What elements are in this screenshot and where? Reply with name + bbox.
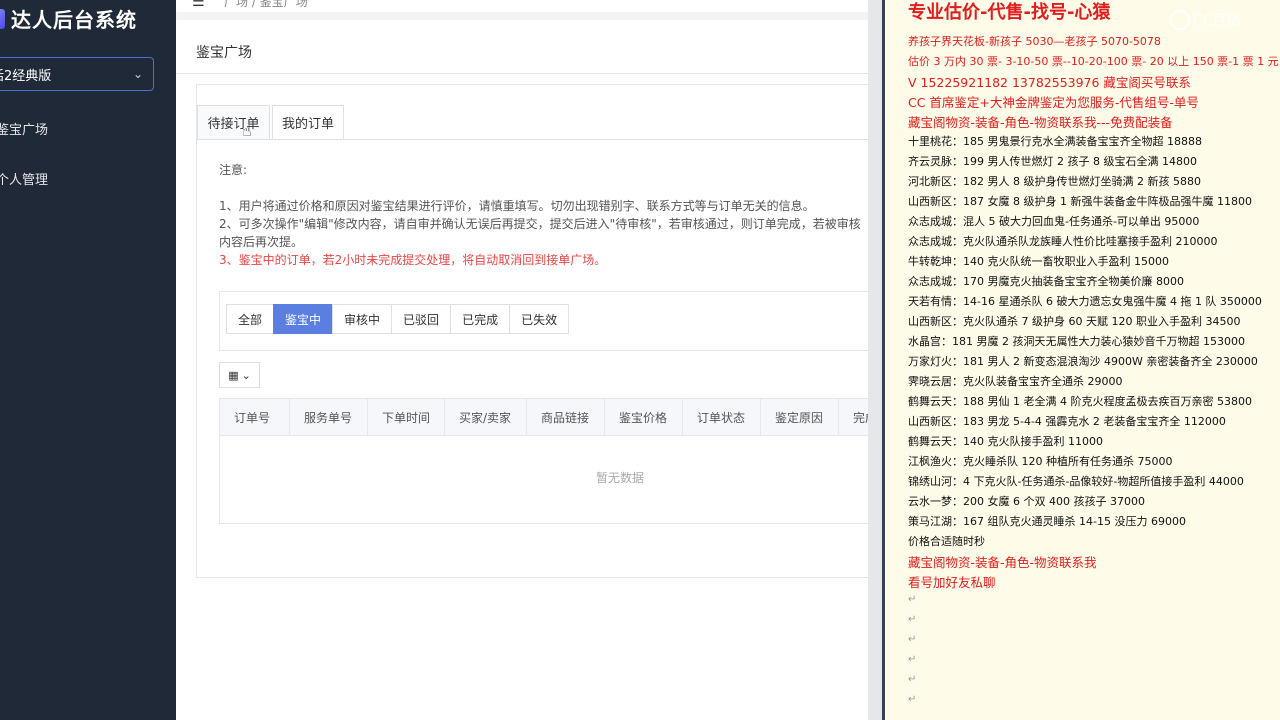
listing-line: 齐云灵脉：199 男人传世燃灯 2 孩子 8 级宝石全满 14800 [908, 155, 1197, 168]
menu-icon[interactable]: ☰ [192, 0, 205, 10]
notice-item: 1、用户将通过价格和原因对鉴宝结果进行评价，请慎重填写。切勿出现错别字、联系方式… [219, 199, 815, 213]
listing-line: 天若有情：14-16 星通杀队 6 破大力遗忘女鬼强牛魔 4 拖 1 队 350… [908, 295, 1262, 308]
cc-live-watermark: CC直播 [1170, 10, 1241, 30]
filter-appraising-button[interactable]: 鉴宝中 [273, 304, 334, 334]
listing-line: 鹤舞云天：188 男仙 1 老全满 4 阶克火程度孟极去疾百万亲密 53800 [908, 395, 1252, 408]
listing-line: 众志成城：混人 5 破大力回血鬼-任务通杀-可以单出 95000 [908, 215, 1200, 228]
listing-line: 万家灯火：181 男人 2 新变态混浪淘沙 4900W 亲密装备齐全 23000… [908, 355, 1258, 368]
grid-icon: ▦ [228, 368, 239, 382]
listing-line: 霁晓云居：克火队装备宝宝齐全通杀 29000 [908, 375, 1123, 388]
tab-divider [197, 139, 869, 140]
content-card: 鉴宝广场 待接订单 我的订单 ☝ 注意: 1、用户将通过价格和原因对鉴宝结果进行… [176, 20, 870, 720]
doc-line: CC 首席鉴定+大神金牌鉴定为您服务-代售组号-单号 [908, 95, 1199, 110]
filter-completed-button[interactable]: 已完成 [450, 304, 511, 334]
sidebar-item-appraisal-square[interactable]: 鉴宝广场 [0, 119, 48, 138]
doc-title: 专业估价-代售-找号-心猿 [908, 2, 1111, 23]
hand-cursor-icon: ☝ [242, 121, 252, 140]
filter-rejected-button[interactable]: 已驳回 [391, 304, 452, 334]
notice-block: 注意: 1、用户将通过价格和原因对鉴宝结果进行评价，请慎重填写。切勿出现错别字、… [219, 161, 869, 269]
column-header: 订单状态 [683, 399, 761, 435]
tab-pending-orders[interactable]: 待接订单 [197, 105, 270, 139]
version-select[interactable]: 话2经典版 ⌄ [0, 57, 154, 91]
app-logo: 达人后台系统 [0, 4, 137, 33]
table-header: 订单号 服务单号 下单时间 买家/卖家 商品链接 鉴宝价格 订单状态 鉴定原因 … [220, 399, 870, 436]
column-header: 鉴定原因 [761, 399, 839, 435]
cc-logo-icon [1170, 10, 1190, 30]
filter-reviewing-button[interactable]: 审核中 [332, 304, 393, 334]
logo-icon [0, 8, 5, 29]
paragraph-mark: ↵ [908, 634, 917, 645]
filter-expired-button[interactable]: 已失效 [509, 304, 570, 334]
listing-line: 策马江湖：167 组队克火通灵睡杀 14-15 没压力 69000 [908, 515, 1186, 528]
doc-footer-line: 看号加好友私聊 [908, 575, 996, 590]
doc-line: 藏宝阁物资-装备-角色-物资联系我---免费配装备 [908, 115, 1173, 130]
listing-line: 鹤舞云天：140 克火队接手盈利 11000 [908, 435, 1103, 448]
doc-line: V 15225921182 13782553976 藏宝阁买号联系 [908, 75, 1191, 90]
main-area: ☰ 广场 / 鉴宝广场 鉴宝广场 待接订单 我的订单 ☝ 注意: 1、用户将通过… [176, 0, 870, 720]
sidebar-item-personal-management[interactable]: 个人管理 [0, 169, 48, 188]
filter-all-button[interactable]: 全部 [226, 304, 275, 334]
listing-line: 山西新区：187 女魔 8 级护身 1 新强牛装备金牛阵极品强牛魔 11800 [908, 195, 1252, 208]
column-header: 下单时间 [368, 399, 445, 435]
listing-line: 河北新区：182 男人 8 级护身传世燃灯坐骑满 2 新孩 5880 [908, 175, 1201, 188]
window-divider [868, 0, 885, 720]
doc-line: 估价 3 万内 30 票- 3-10-50 票--10-20-100 票- 20… [908, 55, 1279, 68]
listing-line: 众志成城：170 男魔克火抽装备宝宝齐全物美价廉 8000 [908, 275, 1184, 288]
page-title: 鉴宝广场 [196, 45, 252, 61]
sidebar: 达人后台系统 话2经典版 ⌄ 鉴宝广场 个人管理 [0, 0, 176, 720]
advert-document: 专业估价-代售-找号-心猿 CC直播 养孩子界天花板-新孩子 5030—老孩子 … [886, 0, 1280, 720]
listing-line: 价格合适随时秒 [908, 535, 985, 548]
listing-line: 山西新区：克火队通杀 7 级护身 60 天赋 120 职业入手盈利 34500 [908, 315, 1241, 328]
app-name: 达人后台系统 [11, 8, 137, 32]
listing-line: 锦绣山河：4 下克火队-任务通杀-品像较好-物超所值接手盈利 44000 [908, 475, 1244, 488]
column-toggle-button[interactable]: ▦ ⌄ [219, 362, 260, 388]
paragraph-mark: ↵ [908, 594, 917, 605]
listing-line: 水晶宫：181 男魔 2 孩洞天无属性大力装心猿妙音千万物超 153000 [908, 335, 1245, 348]
topbar: ☰ 广场 / 鉴宝广场 [176, 0, 868, 12]
orders-table: 订单号 服务单号 下单时间 买家/卖家 商品链接 鉴宝价格 订单状态 鉴定原因 … [219, 398, 870, 524]
orders-panel: 待接订单 我的订单 ☝ 注意: 1、用户将通过价格和原因对鉴宝结果进行评价，请慎… [196, 84, 870, 578]
listing-line: 云水一梦：200 女魔 6 个双 400 孩孩子 37000 [908, 495, 1145, 508]
tab-my-orders[interactable]: 我的订单 [272, 105, 344, 139]
column-header: 完成 [853, 410, 870, 425]
paragraph-mark: ↵ [908, 674, 917, 685]
paragraph-mark: ↵ [908, 654, 917, 665]
notice-heading: 注意: [219, 163, 248, 177]
notice-item: 2、可多次操作"编辑"修改内容，请自审并确认无误后再提交，提交后进入"待审核"，… [219, 217, 861, 231]
chevron-down-icon: ⌄ [132, 67, 143, 81]
doc-footer-line: 藏宝阁物资-装备-角色-物资联系我 [908, 555, 1097, 570]
listing-line: 山西新区：183 男龙 5-4-4 强霹克水 2 老装备宝宝齐全 112000 [908, 415, 1226, 428]
listing-line: 江枫渔火：克火睡杀队 120 种植所有任务通杀 75000 [908, 455, 1173, 468]
status-filter-box: 全部 鉴宝中 审核中 已驳回 已完成 已失效 [219, 291, 869, 351]
column-header: 商品链接 [527, 399, 605, 435]
status-filter-group: 全部 鉴宝中 审核中 已驳回 已完成 已失效 [226, 304, 570, 334]
watermark-text: CC直播 [1193, 13, 1241, 29]
notice-item-warning: 3、鉴宝中的订单，若2小时未完成提交处理，将自动取消回到接单广场。 [219, 253, 607, 267]
paragraph-mark: ↵ [908, 694, 917, 705]
column-header: 服务单号 [290, 399, 368, 435]
column-header: 订单号 [220, 399, 290, 435]
listing-line: 牛转乾坤：140 克火队统一畜牧职业入手盈利 15000 [908, 255, 1169, 268]
version-select-value: 话2经典版 [0, 68, 52, 84]
paragraph-mark: ↵ [908, 614, 917, 625]
breadcrumb: 广场 / 鉴宝广场 [224, 0, 308, 9]
column-header: 鉴宝价格 [605, 399, 683, 435]
listing-line: 十里桃花：185 男鬼景行克水全满装备宝宝齐全物超 18888 [908, 135, 1202, 148]
listing-line: 众志成城：克火队通杀队龙族睡人性价比哇塞接手盈利 210000 [908, 235, 1218, 248]
column-header: 买家/卖家 [445, 399, 527, 435]
divider [176, 73, 868, 74]
doc-line: 养孩子界天花板-新孩子 5030—老孩子 5070-5078 [908, 35, 1161, 48]
chevron-down-icon: ⌄ [241, 368, 251, 382]
notice-item: 内容后再次提。 [219, 235, 304, 249]
